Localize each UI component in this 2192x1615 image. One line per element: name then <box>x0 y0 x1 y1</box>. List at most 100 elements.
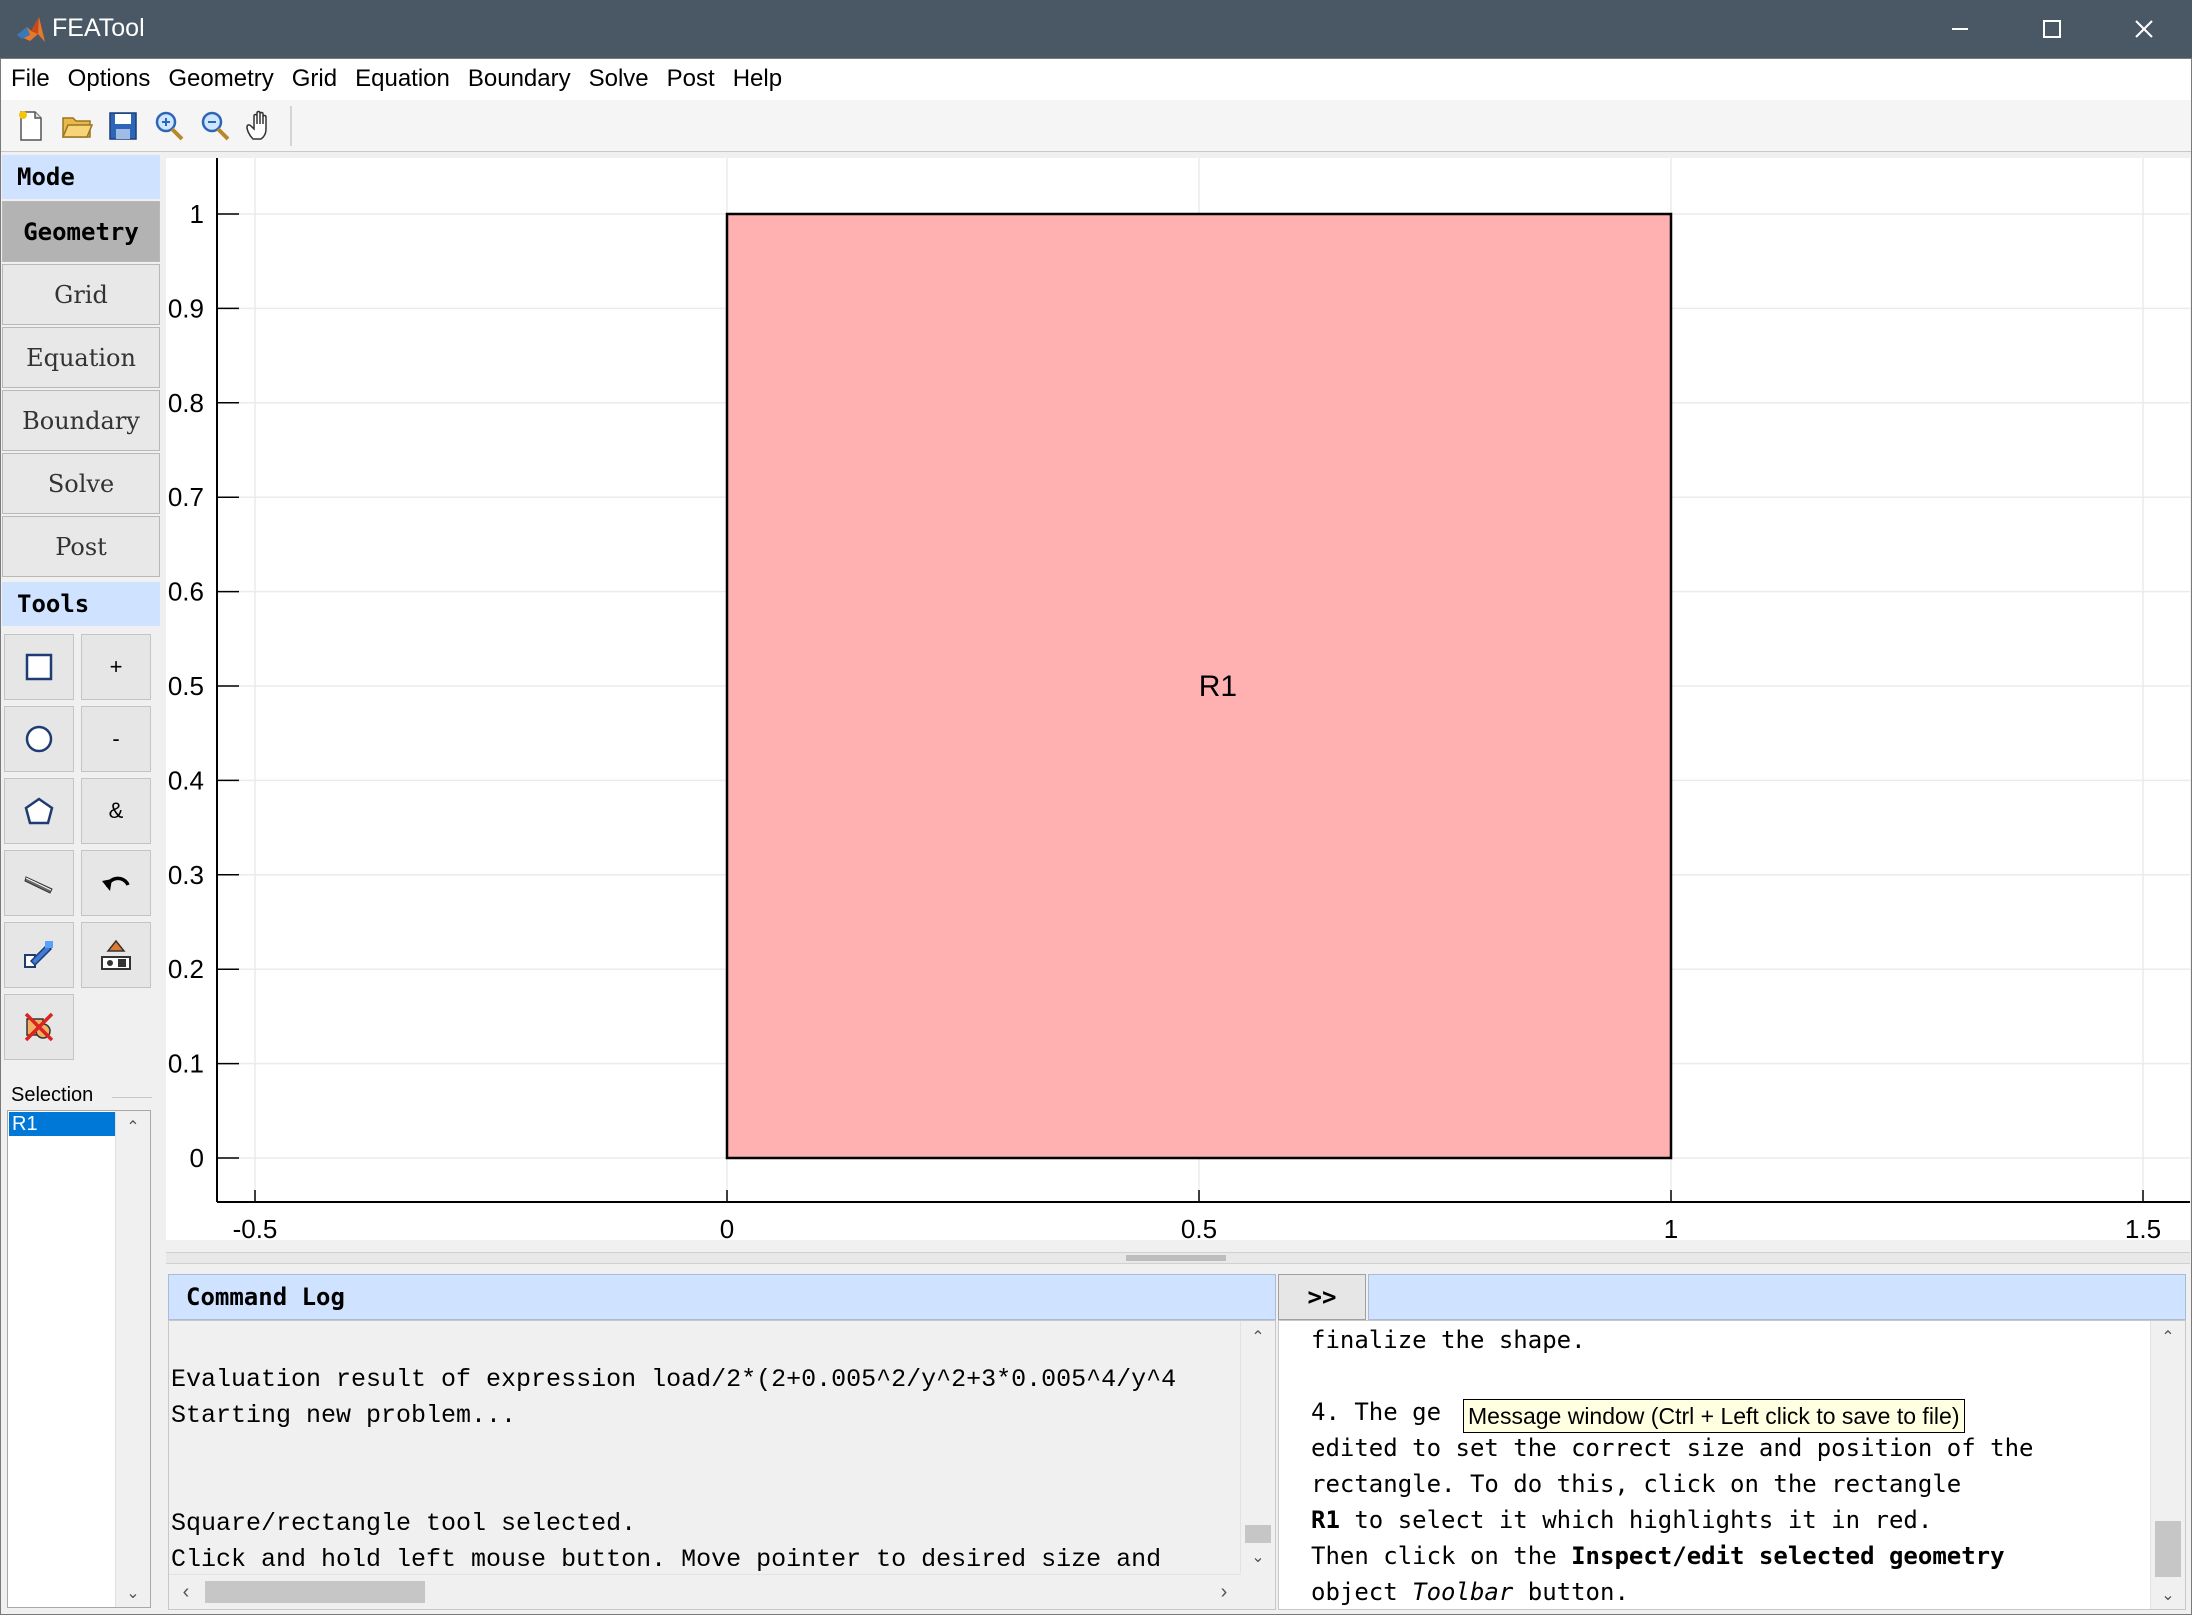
edit-geometry-button[interactable] <box>4 922 74 988</box>
maximize-button[interactable] <box>2006 0 2098 58</box>
toolbar <box>0 100 2192 152</box>
scroll-left-icon[interactable]: ‹ <box>169 1581 203 1604</box>
selection-label: Selection <box>11 1084 94 1106</box>
mode-header: Mode <box>2 155 160 199</box>
log-line: Click and hold left mouse button. Move p… <box>171 1545 1162 1574</box>
rectangle-tool-icon <box>25 653 53 681</box>
y-tick-label: 0.8 <box>168 388 204 418</box>
menu-boundary[interactable]: Boundary <box>459 65 580 93</box>
maximize-icon <box>2043 20 2061 38</box>
scroll-up-icon[interactable]: ⌃ <box>1241 1327 1275 1347</box>
y-tick-label: 0.6 <box>168 577 204 607</box>
union-icon: + <box>109 654 123 679</box>
minimize-icon <box>1952 28 1968 30</box>
scroll-thumb[interactable] <box>205 1581 425 1603</box>
geometry-object-label: R1 <box>1199 670 1237 703</box>
mode-geometry-button[interactable]: Geometry <box>2 201 160 262</box>
open-button[interactable] <box>54 103 100 149</box>
subtract-button[interactable]: - <box>81 706 151 772</box>
geometry-plot[interactable]: R1 -0.5 0 0.5 1 1.5 0 0.1 0.2 0.3 0.4 0.5 0.6 0.7 0.8… <box>166 158 2190 1240</box>
mode-post-button[interactable]: Post <box>2 516 160 577</box>
log-horizontal-scrollbar[interactable]: ‹ › <box>169 1574 1241 1609</box>
geometry-stats-button[interactable] <box>81 922 151 988</box>
scroll-down-icon[interactable]: ⌄ <box>2151 1585 2185 1605</box>
scroll-up-icon[interactable]: ⌃ <box>2151 1327 2185 1347</box>
menu-geometry[interactable]: Geometry <box>159 65 282 93</box>
save-icon <box>109 111 137 140</box>
menu-file[interactable]: File <box>0 65 59 93</box>
x-tick-label: 0 <box>720 1214 734 1240</box>
scroll-thumb[interactable] <box>2155 1521 2181 1577</box>
polygon-tool-button[interactable] <box>4 778 74 844</box>
pan-button[interactable] <box>238 103 284 149</box>
splitter-grip[interactable] <box>1126 1255 1226 1261</box>
delete-geometry-button[interactable] <box>4 994 74 1060</box>
zoom-out-icon <box>201 111 230 140</box>
command-log[interactable]: Evaluation result of expression load/2*(… <box>168 1320 1276 1610</box>
selection-group-line <box>112 1097 152 1098</box>
y-tick-label: 0 <box>190 1143 204 1173</box>
intersect-button[interactable]: & <box>81 778 151 844</box>
matlab-logo-icon <box>17 17 45 42</box>
toolbar-separator <box>290 105 292 146</box>
y-tick-label: 0.7 <box>168 482 204 512</box>
message-window-tooltip: Message window (Ctrl + Left click to sav… <box>1463 1399 1965 1433</box>
log-line: Square/rectangle tool selected. <box>171 1509 637 1538</box>
rectangle-tool-button[interactable] <box>4 634 74 700</box>
delete-geometry-icon <box>24 1012 54 1042</box>
y-tick-label: 0.4 <box>168 765 204 795</box>
pane-splitter[interactable] <box>166 1252 2190 1264</box>
message-header <box>1368 1274 2186 1320</box>
mode-boundary-button[interactable]: Boundary <box>2 390 160 451</box>
selection-item-r1[interactable]: R1 <box>9 1112 115 1136</box>
menu-solve[interactable]: Solve <box>580 65 658 93</box>
scroll-up-icon[interactable]: ⌃ <box>116 1117 150 1137</box>
y-tick-label: 0.5 <box>168 671 204 701</box>
window-title: FEATool <box>52 14 145 42</box>
scroll-down-icon[interactable]: ⌄ <box>116 1583 150 1603</box>
menu-post[interactable]: Post <box>658 65 724 93</box>
close-icon <box>2135 20 2153 38</box>
undo-icon <box>102 876 130 891</box>
circle-tool-button[interactable] <box>4 706 74 772</box>
polygon-tool-icon <box>24 797 54 825</box>
x-tick-label: 1 <box>1664 1214 1678 1240</box>
union-button[interactable]: + <box>81 634 151 700</box>
selection-scrollbar[interactable]: ⌃ ⌄ <box>115 1111 150 1607</box>
zoom-in-button[interactable] <box>146 103 192 149</box>
intersect-icon: & <box>108 798 124 823</box>
mode-equation-button[interactable]: Equation <box>2 327 160 388</box>
selection-listbox[interactable]: R1 ⌃ ⌄ <box>7 1110 151 1608</box>
expand-message-button[interactable]: >> <box>1278 1274 1366 1320</box>
close-button[interactable] <box>2098 0 2190 58</box>
message-vertical-scrollbar[interactable]: ⌃ ⌄ <box>2150 1321 2185 1609</box>
menu-options[interactable]: Options <box>59 65 160 93</box>
x-tick-label: -0.5 <box>233 1214 278 1240</box>
undo-button[interactable] <box>81 850 151 916</box>
save-button[interactable] <box>100 103 146 149</box>
scroll-right-icon[interactable]: › <box>1207 1581 1241 1604</box>
scroll-thumb[interactable] <box>1245 1525 1271 1543</box>
message-line: Then click on the Inspect/edit selected … <box>1311 1542 2005 1570</box>
scroll-down-icon[interactable]: ⌄ <box>1241 1547 1275 1567</box>
menu-bar: File Options Geometry Grid Equation Boun… <box>0 58 2192 100</box>
mode-solve-button[interactable]: Solve <box>2 453 160 514</box>
circle-tool-icon <box>25 725 53 753</box>
new-file-icon <box>19 110 42 141</box>
message-line: object Toolbar button. <box>1311 1578 1629 1606</box>
log-vertical-scrollbar[interactable]: ⌃ ⌄ <box>1240 1321 1275 1573</box>
log-line: Evaluation result of expression load/2*(… <box>171 1365 1177 1394</box>
line-tool-button[interactable] <box>4 850 74 916</box>
message-line: rectangle. To do this, click on the rect… <box>1311 1470 1962 1498</box>
new-button[interactable] <box>8 103 54 149</box>
mode-grid-button[interactable]: Grid <box>2 264 160 325</box>
message-line: finalize the shape. <box>1311 1326 1586 1354</box>
menu-help[interactable]: Help <box>724 65 791 93</box>
zoom-out-button[interactable] <box>192 103 238 149</box>
message-window[interactable]: finalize the shape. 4. The ge be edited … <box>1278 1320 2186 1610</box>
minimize-button[interactable] <box>1914 0 2006 58</box>
x-tick-label: 1.5 <box>2125 1214 2161 1240</box>
menu-equation[interactable]: Equation <box>346 65 459 93</box>
menu-grid[interactable]: Grid <box>283 65 346 93</box>
title-bar: FEATool <box>0 0 2192 58</box>
